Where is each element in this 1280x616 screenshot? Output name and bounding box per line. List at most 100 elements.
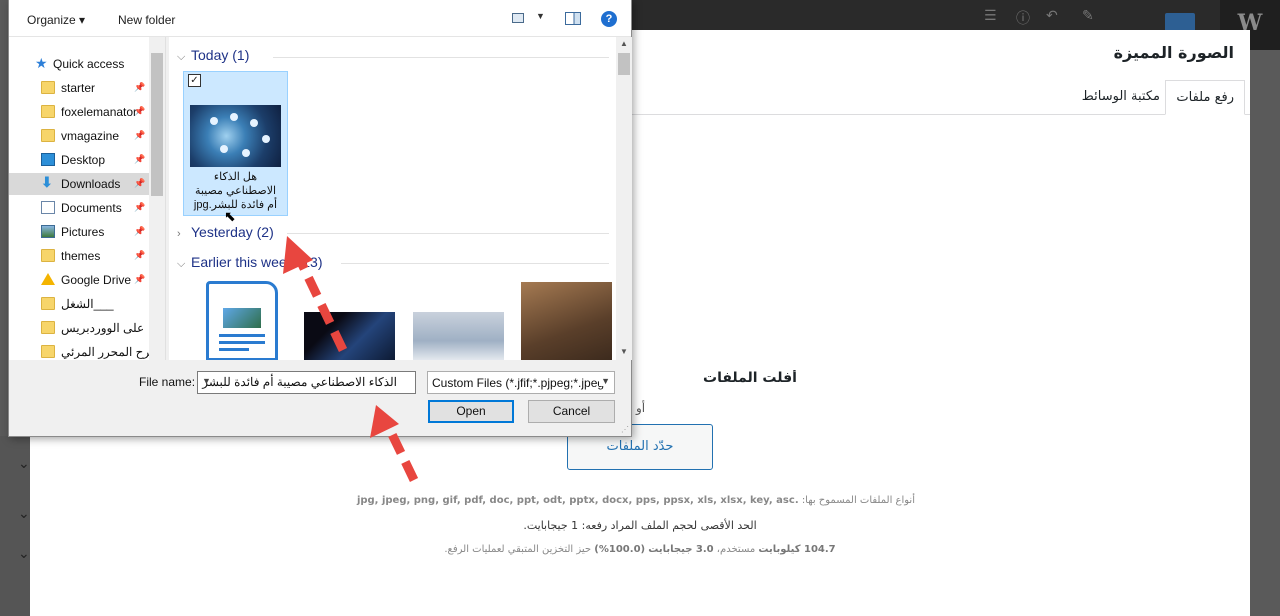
image-thumbnail — [190, 105, 281, 167]
image-thumbnail[interactable] — [413, 312, 504, 360]
change-view-icon[interactable] — [512, 13, 524, 23]
help-icon[interactable]: ? — [601, 11, 617, 27]
group-label: Today (1) — [191, 47, 250, 63]
file-name-line: هل الذكاء — [213, 171, 258, 183]
sidebar-item-label: Desktop — [61, 153, 106, 167]
view-dropdown-icon[interactable]: ▼ — [536, 11, 545, 21]
modal-title: الصورة المميزة — [1113, 43, 1234, 62]
sidebar-item[interactable]: foxelemanator 📌 — [9, 101, 149, 123]
sidebar-item[interactable]: Documents 📌 — [9, 197, 149, 219]
sidebar-item[interactable]: vmagazine 📌 — [9, 125, 149, 147]
new-folder-button[interactable]: New folder — [118, 13, 175, 27]
chevron-down-icon[interactable]: ⌄ — [18, 506, 30, 522]
folder-icon — [41, 249, 55, 262]
tab-media-library[interactable]: مكتبة الوسائط — [1072, 80, 1170, 115]
chevron-down-icon: ⌵ — [177, 258, 186, 270]
file-type-select[interactable]: Custom Files (*.jfif;*.pjpeg;*.jpeg ▼ — [427, 371, 615, 394]
sidebar-item-label: شرح المحرر المرئي — [61, 345, 161, 359]
sidebar-item[interactable]: Pictures 📌 — [9, 221, 149, 243]
pin-icon: 📌 — [134, 106, 146, 116]
file-list-scrollbar[interactable]: ▲ ▼ — [616, 37, 632, 360]
pin-icon: 📌 — [134, 130, 146, 140]
nav-scrollbar[interactable] — [149, 37, 165, 360]
pin-icon: 📌 — [134, 178, 146, 188]
allowed-types-label: أنواع الملفات المسموح بها: — [801, 495, 915, 506]
image-thumbnail[interactable] — [304, 312, 395, 360]
documents-icon — [41, 201, 55, 214]
pin-icon: 📌 — [134, 226, 146, 236]
sidebar-item-label: Google Drive — [61, 273, 132, 287]
drop-files-heading: أفلت الملفات — [703, 370, 797, 386]
scroll-down-icon[interactable]: ▼ — [620, 347, 628, 356]
file-tile-selected[interactable]: ✓ هل الذكاء الاصطناعي مصيبة أم فائدة للب… — [183, 71, 288, 216]
allowed-file-types: أنواع الملفات المسموح بها: .jpg, jpeg, p… — [357, 495, 915, 506]
sidebar-item[interactable]: الشغل___ — [9, 293, 149, 315]
folder-icon — [41, 129, 55, 142]
group-header-yesterday[interactable]: › Yesterday (2) — [177, 224, 274, 240]
cancel-button[interactable]: Cancel — [528, 400, 615, 423]
downloads-icon: ⬇ — [41, 174, 53, 190]
sidebar-item[interactable]: themes 📌 — [9, 245, 149, 267]
undo-icon[interactable]: ↶ — [1046, 8, 1058, 24]
sidebar-item-label: Documents — [61, 201, 122, 215]
sidebar-item-label: Quick access — [53, 57, 125, 71]
storage-suffix: حيز التخزين المتبقي لعمليات الرفع. — [444, 544, 592, 555]
checkbox[interactable]: ✓ — [188, 74, 201, 87]
info-icon[interactable]: ⓘ — [1016, 8, 1030, 28]
document-file-icon[interactable] — [206, 281, 278, 360]
scroll-up-icon[interactable]: ▲ — [620, 39, 628, 48]
editor-sidebar-edge: ⌄ ⌄ ⌄ — [0, 436, 30, 616]
pin-icon: 📌 — [134, 82, 146, 92]
storage-percent: (100.0%) — [594, 544, 646, 555]
sidebar-item[interactable]: ★ Quick access — [9, 53, 149, 75]
sidebar-item-label: vmagazine — [61, 129, 120, 143]
file-open-dialog: Organize ▾ New folder ▼ ? ★ Quick access s… — [8, 0, 632, 437]
pin-icon: 📌 — [134, 154, 146, 164]
pin-icon: 📌 — [134, 250, 146, 260]
chevron-down-icon[interactable]: ▼ — [599, 376, 610, 386]
sidebar-item-label: Downloads — [61, 177, 121, 191]
file-name-value: الذكاء الاصطناعي مصيبة أم فائدة للبشر — [202, 375, 397, 389]
open-button[interactable]: Open — [428, 400, 514, 423]
folder-icon — [41, 81, 55, 94]
sidebar-item[interactable]: ⬇ Downloads 📌 — [9, 173, 149, 195]
organize-button[interactable]: Organize ▾ — [27, 13, 85, 27]
resize-grip-icon[interactable]: ⋰ — [621, 425, 629, 434]
sidebar-item-label: على الووردبريس — [61, 321, 145, 335]
file-name-line: الاصطناعي مصيبة — [194, 185, 277, 197]
group-label: Earlier this week (13) — [191, 254, 323, 270]
google-drive-icon — [41, 273, 55, 285]
group-header-earlier[interactable]: ⌵ Earlier this week (13) — [177, 254, 323, 271]
chevron-down-icon[interactable]: ⌄ — [18, 546, 30, 562]
tab-upload-files[interactable]: رفع ملفات — [1165, 80, 1245, 115]
sidebar-item[interactable]: على الووردبريس — [9, 317, 149, 339]
folder-icon — [41, 105, 55, 118]
file-list-pane: ⌵ Today (1) ✓ هل الذكاء الاصطناعي مصيبة أ… — [169, 37, 632, 360]
menu-icon[interactable]: ☰ — [984, 8, 997, 24]
sidebar-item[interactable]: Google Drive 📌 — [9, 269, 149, 291]
chevron-down-icon[interactable]: ▼ — [202, 376, 211, 386]
file-name-input[interactable]: الذكاء الاصطناعي مصيبة أم فائدة للبشر ▼ — [197, 371, 416, 394]
sidebar-item-label: themes — [61, 249, 101, 263]
sidebar-item[interactable]: Desktop 📌 — [9, 149, 149, 171]
sidebar-item[interactable]: شرح المحرر المرئي — [9, 341, 160, 360]
file-type-value: Custom Files (*.jfif;*.pjpeg;*.jpeg — [432, 376, 605, 390]
pin-icon: 📌 — [134, 202, 146, 212]
storage-total: 3.0 جيجابايت — [648, 544, 714, 555]
group-label: Yesterday (2) — [191, 224, 274, 240]
sidebar-item-label: starter — [61, 81, 96, 95]
dialog-toolbar: Organize ▾ New folder ▼ ? — [9, 0, 631, 37]
file-name-label: File name: — [139, 375, 196, 389]
publish-button[interactable] — [1165, 13, 1195, 30]
file-name-label: هل الذكاء الاصطناعي مصيبة أم فائدة للبشر… — [186, 170, 285, 212]
group-header-today[interactable]: ⌵ Today (1) — [177, 47, 249, 64]
edit-icon[interactable]: ✎ — [1082, 8, 1094, 24]
desktop-icon — [41, 153, 55, 166]
allowed-types-list: .jpg, jpeg, png, gif, pdf, doc, ppt, odt… — [356, 495, 799, 506]
chevron-down-icon[interactable]: ⌄ — [18, 456, 30, 472]
image-thumbnail[interactable] — [521, 282, 612, 360]
preview-pane-icon[interactable] — [565, 12, 581, 25]
sidebar-item[interactable]: starter 📌 — [9, 77, 149, 99]
chevron-down-icon: ⌵ — [177, 51, 186, 63]
mouse-cursor-icon: ⬉ — [224, 209, 236, 225]
